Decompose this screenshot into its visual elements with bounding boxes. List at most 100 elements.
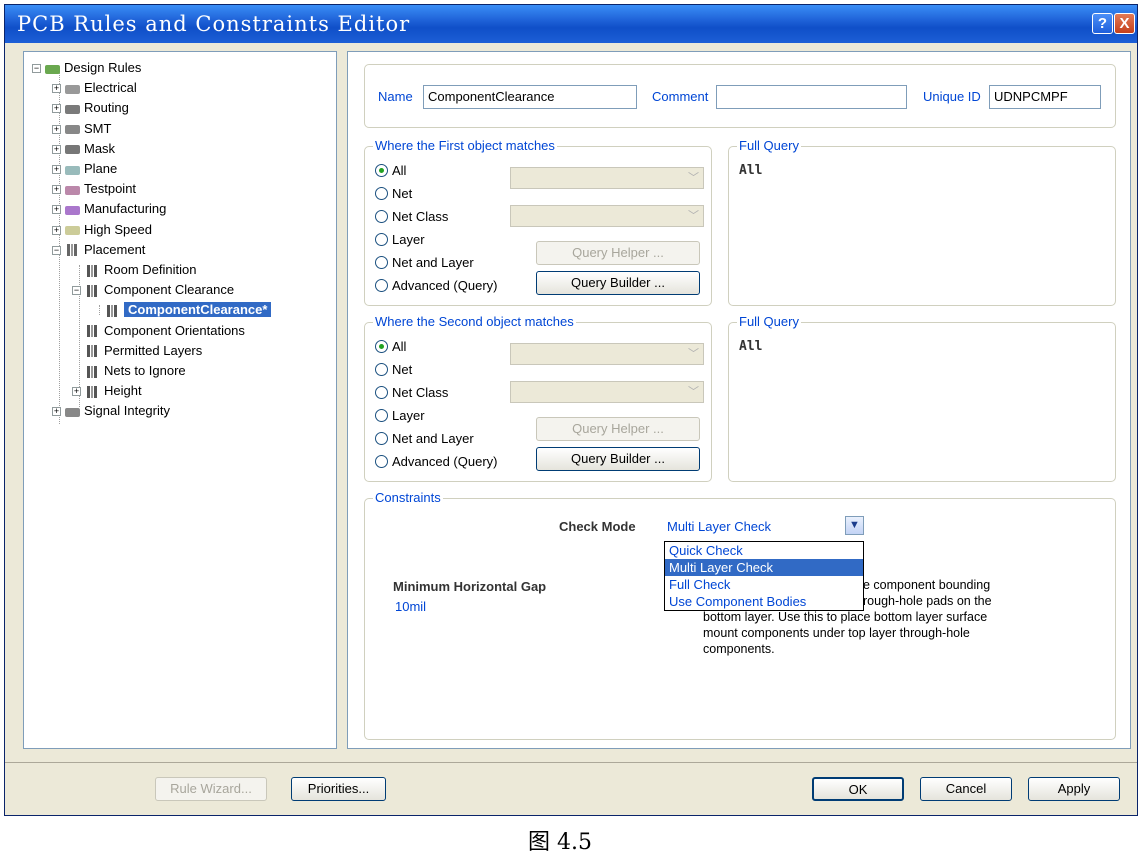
placement-icon [64,243,82,257]
first-query-builder-button[interactable]: Query Builder ... [536,271,700,295]
help-button[interactable]: ? [1092,13,1113,34]
tree-item[interactable]: + Testpoint [52,179,136,199]
radio-button[interactable] [375,256,388,270]
first-net-combo[interactable]: ﹀ [510,167,704,189]
electrical-icon [64,82,82,96]
radio-option[interactable]: Net [375,360,412,380]
rule-wizard-button[interactable]: Rule Wizard... [155,777,267,801]
rule-icon [84,385,102,399]
tree-item[interactable]: − Component Clearance [72,280,234,300]
unique-id-field[interactable]: UDNPCMPF [989,85,1101,109]
tree-item-label: Signal Integrity [84,403,170,419]
radio-button[interactable] [375,386,388,400]
tree-item[interactable]: + Height [72,381,142,401]
tree-item[interactable]: + Plane [52,159,117,179]
collapse-icon[interactable]: − [72,286,81,296]
expand-icon[interactable]: + [52,144,61,154]
collapse-icon[interactable]: − [52,245,61,255]
expand-icon[interactable]: + [52,185,61,195]
radio-option[interactable]: Advanced (Query) [375,452,498,472]
description-line: rough-hole pads on the [863,594,992,608]
second-query-helper-button[interactable]: Query Helper ... [536,417,700,441]
tree-item[interactable]: + Electrical [52,78,137,98]
tree-item[interactable]: − Design Rules [32,58,141,78]
radio-label: All [392,163,407,178]
second-full-query-text: All [739,339,763,354]
radio-button[interactable] [375,187,388,201]
radio-option[interactable]: Net Class [375,207,448,227]
radio-option[interactable]: Net and Layer [375,429,474,449]
radio-label: Layer [392,408,425,423]
second-netclass-combo[interactable]: ﹀ [510,381,704,403]
tree-item[interactable]: + High Speed [52,220,152,240]
name-field[interactable]: ComponentClearance [423,85,637,109]
expand-icon[interactable]: + [52,84,61,94]
close-button[interactable]: X [1114,13,1135,34]
title-bar: PCB Rules and Constraints Editor ? X [5,5,1137,43]
tree-item[interactable]: Nets to Ignore [72,361,186,381]
comment-field[interactable] [716,85,907,109]
first-full-query-title: Full Query [737,138,801,153]
tree-item[interactable]: + Manufacturing [52,199,166,219]
radio-option[interactable]: Advanced (Query) [375,276,498,296]
design-rules-icon [44,62,62,76]
radio-option[interactable]: All [375,161,406,181]
tree-item-label: Manufacturing [84,201,167,217]
apply-button[interactable]: Apply [1028,777,1120,801]
high-speed-icon [64,223,82,237]
description-line: bottom layer. Use this to place bottom l… [703,610,988,624]
tree-item[interactable]: ComponentClearance* [92,300,272,320]
tree-item[interactable]: + Signal Integrity [52,401,170,421]
radio-button[interactable] [375,363,388,377]
description-line: e component bounding [863,578,991,592]
radio-button[interactable] [375,432,388,446]
expand-icon[interactable]: + [52,124,61,134]
first-netclass-combo[interactable]: ﹀ [510,205,704,227]
min-horizontal-gap-value[interactable]: 10mil [395,599,426,614]
radio-label: Advanced (Query) [392,454,498,469]
first-query-helper-button[interactable]: Query Helper ... [536,241,700,265]
check-mode-dropdown-button[interactable]: ▼ [845,516,864,535]
tree-item[interactable]: + Mask [52,139,115,159]
routing-icon [64,102,82,116]
first-object-title: Where the First object matches [373,138,557,153]
cancel-button[interactable]: Cancel [920,777,1012,801]
tree-item[interactable]: Permitted Layers [72,341,202,361]
min-horizontal-gap-label: Minimum Horizontal Gap [393,579,547,594]
first-full-query-group: Full Query All [728,138,1116,306]
radio-button[interactable] [375,233,388,247]
radio-option[interactable]: Net [375,184,412,204]
expand-icon[interactable]: + [52,225,61,235]
radio-button[interactable] [375,455,388,469]
collapse-icon[interactable]: − [32,64,41,74]
radio-option[interactable]: Net and Layer [375,253,474,273]
radio-button[interactable] [375,210,388,224]
expand-icon[interactable]: + [52,165,61,175]
ok-button[interactable]: OK [812,777,904,801]
expand-icon[interactable]: + [72,387,81,397]
second-query-builder-button[interactable]: Query Builder ... [536,447,700,471]
tree-item[interactable]: + Routing [52,98,129,118]
second-net-combo[interactable]: ﹀ [510,343,704,365]
radio-button[interactable] [375,279,388,293]
radio-button[interactable] [375,409,388,423]
dropdown-option[interactable]: Multi Layer Check [665,559,863,576]
radio-option[interactable]: All [375,337,406,357]
radio-option[interactable]: Layer [375,406,425,426]
radio-button[interactable] [375,164,388,178]
check-mode-value[interactable]: Multi Layer Check [667,519,771,534]
tree-item[interactable]: − Placement [52,240,145,260]
tree-item[interactable]: Room Definition [72,260,197,280]
tree-item-label: Electrical [84,80,137,96]
radio-option[interactable]: Layer [375,230,425,250]
radio-option[interactable]: Net Class [375,383,448,403]
expand-icon[interactable]: + [52,205,61,215]
priorities-button[interactable]: Priorities... [291,777,386,801]
radio-button[interactable] [375,340,388,354]
tree-item[interactable]: Component Orientations [72,321,245,341]
tree-item[interactable]: + SMT [52,119,111,139]
rule-icon [84,365,102,379]
expand-icon[interactable]: + [52,407,61,417]
expand-icon[interactable]: + [52,104,61,114]
dropdown-option[interactable]: Quick Check [665,542,863,559]
